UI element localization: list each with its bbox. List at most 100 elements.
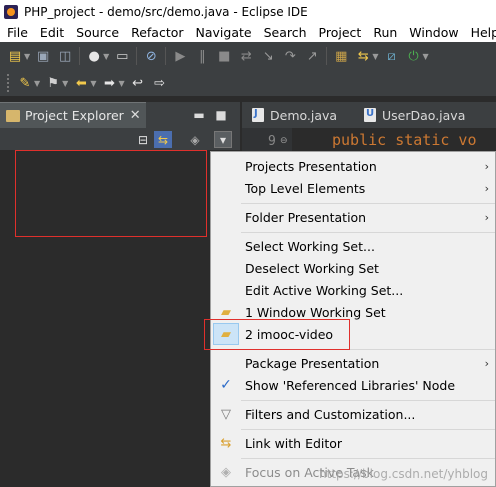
menu-item-label: Show 'Referenced Libraries' Node [245,377,456,393]
maximize-icon[interactable]: ■ [212,102,230,128]
menu-item-deselect-working-set[interactable]: Deselect Working Set [211,257,495,279]
toolbar-separator [326,47,328,65]
step-return-icon[interactable]: ↗ [304,48,320,64]
debug-icon[interactable]: ● [86,48,102,64]
menu-run[interactable]: Run [366,25,402,40]
new-dropdown-icon[interactable]: ▼ [24,52,30,61]
step-into-icon[interactable]: ↘ [260,48,276,64]
menu-bar: File Edit Source Refactor Navigate Searc… [0,23,496,42]
java-file-icon [364,108,376,122]
nav-icon[interactable]: ⇨ [152,75,168,91]
watermark: https://blog.csdn.net/yhblog [319,467,488,481]
focus-task-icon[interactable]: ◈ [186,131,204,148]
open-task-icon[interactable]: ▦ [333,48,349,64]
perspective-icon[interactable]: ⇆ [355,48,371,64]
back-dropdown-icon[interactable]: ▼ [90,79,96,88]
menu-item-projects-presentation[interactable]: Projects Presentation › [211,155,495,177]
new-icon[interactable]: ▤ [7,48,23,64]
forward-icon[interactable]: ➡ [101,75,117,91]
java-perspective-icon[interactable]: ⧄ [383,48,399,64]
annotation-next-icon[interactable]: ✎ [17,75,33,91]
suspend-icon[interactable]: ‖ [194,48,210,64]
line-number: 9 [268,134,276,149]
menu-separator [241,400,495,401]
link-icon: ⇆ [220,435,232,451]
folder-icon [6,109,20,122]
menu-item-show-referenced-libraries[interactable]: ✓ Show 'Referenced Libraries' Node [211,374,495,396]
menu-separator [241,203,495,204]
submenu-arrow-icon: › [484,210,489,224]
disconnect-icon[interactable]: ⇄ [238,48,254,64]
minimize-icon[interactable]: ▬ [190,102,208,128]
menu-search[interactable]: Search [257,25,312,40]
window-title: PHP_project - demo/src/demo.java - Eclip… [24,4,308,19]
java-file-icon [252,108,264,122]
pin-dropdown-icon[interactable]: ▼ [62,79,68,88]
resume-icon[interactable]: ▶ [172,48,188,64]
explorer-toolbar: ⊟ ⇆ ◈ ▾ [0,128,240,150]
main-toolbar: ▤ ▼ ▣ ◫ ● ▼ ▭ ⊘ ▶ ‖ ■ ⇄ ↘ ↷ ↗ ▦ ⇆ ▼ ⧄ ⏻ … [0,42,496,70]
menu-item-label: Filters and Customization... [245,406,416,422]
run-icon[interactable]: ⏻ [405,48,421,64]
pin-icon[interactable]: ⚑ [45,75,61,91]
code-line: public static vo [332,131,477,149]
save-all-icon[interactable]: ◫ [57,48,73,64]
editor-tab-label: Demo.java [270,107,338,123]
menu-item-select-working-set[interactable]: Select Working Set... [211,235,495,257]
menu-item-label: Projects Presentation [245,158,377,174]
menu-item-label: Folder Presentation [245,209,367,225]
menu-help[interactable]: Help [464,25,496,40]
terminate-icon[interactable]: ■ [216,48,232,64]
annotation-dropdown-icon[interactable]: ▼ [34,79,40,88]
menu-item-top-level-elements[interactable]: Top Level Elements › [211,177,495,199]
tab-project-explorer[interactable]: Project Explorer ✕ [0,102,146,128]
collapse-marker-icon[interactable]: ⊖ [280,136,288,146]
eclipse-logo-icon [4,4,18,19]
secondary-toolbar: ✎ ▼ ⚑ ▼ ⬅ ▼ ➡ ▼ ↩ ⇨ [0,70,496,96]
save-icon[interactable]: ▣ [35,48,51,64]
skip-breakpoints-icon[interactable]: ⊘ [143,48,159,64]
menu-project[interactable]: Project [312,25,367,40]
filter-icon: ▽ [221,406,231,422]
menu-window[interactable]: Window [402,25,463,40]
menu-source[interactable]: Source [69,25,124,40]
view-menu-icon[interactable]: ▾ [214,131,232,148]
menu-edit[interactable]: Edit [33,25,69,40]
menu-refactor[interactable]: Refactor [124,25,188,40]
step-over-icon[interactable]: ↷ [282,48,298,64]
debug-dropdown-icon[interactable]: ▼ [103,52,109,61]
focus-task-icon: ◈ [221,464,231,480]
menu-item-folder-presentation[interactable]: Folder Presentation › [211,206,495,228]
collapse-all-icon[interactable]: ⊟ [134,131,152,148]
explorer-tab-bar: Project Explorer ✕ ▬ ■ [0,102,240,128]
menu-item-package-presentation[interactable]: Package Presentation › [211,352,495,374]
run-dropdown-icon[interactable]: ▼ [422,52,428,61]
terminal-icon[interactable]: ▭ [114,48,130,64]
tab-userdao-java[interactable]: UserDao.java [364,102,465,128]
perspective-dropdown-icon[interactable]: ▼ [372,52,378,61]
menu-item-label: Edit Active Working Set... [245,282,404,298]
toolbar-separator [165,47,167,65]
menu-item-link-with-editor[interactable]: ⇆ Link with Editor [211,432,495,454]
menu-file[interactable]: File [0,25,33,40]
menu-item-filters-customization[interactable]: ▽ Filters and Customization... [211,403,495,425]
submenu-arrow-icon: › [484,181,489,195]
menu-separator [241,429,495,430]
editor-tab-label: UserDao.java [382,107,466,123]
explorer-tab-label: Project Explorer [25,108,124,123]
menu-item-label: Deselect Working Set [245,260,379,276]
close-icon[interactable]: ✕ [130,108,141,123]
menu-item-label: Select Working Set... [245,238,375,254]
title-bar: PHP_project - demo/src/demo.java - Eclip… [0,0,496,23]
menu-navigate[interactable]: Navigate [189,25,257,40]
menu-separator [241,232,495,233]
menu-item-edit-active-working-set[interactable]: Edit Active Working Set... [211,279,495,301]
back-icon[interactable]: ⬅ [73,75,89,91]
tab-demo-java[interactable]: Demo.java [252,102,337,128]
toolbar-grip[interactable] [7,74,11,92]
link-with-editor-icon[interactable]: ⇆ [154,131,172,148]
menu-item-label: Top Level Elements [245,180,366,196]
menu-item-label: 1 Window Working Set [245,304,386,320]
forward-dropdown-icon[interactable]: ▼ [118,79,124,88]
last-edit-icon[interactable]: ↩ [130,75,146,91]
